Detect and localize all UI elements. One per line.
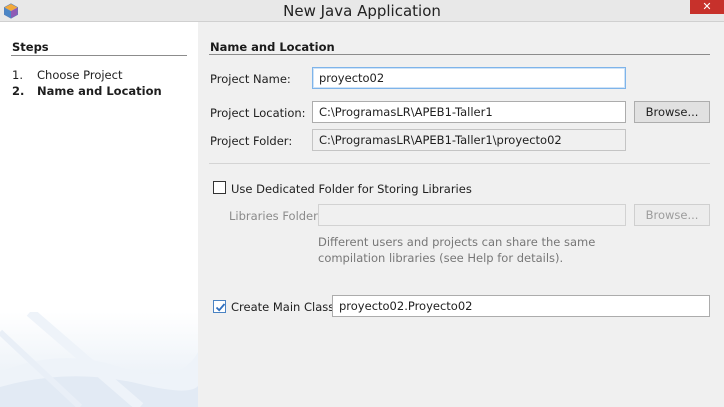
step-label: Choose Project — [37, 68, 123, 82]
main-panel: Name and Location Project Name: proyecto… — [198, 22, 724, 407]
separator — [209, 163, 710, 164]
project-folder-field: C:\ProgramasLR\APEB1-Taller1\proyecto02 — [312, 129, 626, 151]
libraries-folder-field — [318, 204, 626, 226]
close-icon[interactable]: ✕ — [702, 0, 711, 13]
step-number: 1. — [12, 68, 23, 82]
project-name-field[interactable]: proyecto02 — [312, 67, 626, 89]
main-class-field[interactable]: proyecto02.Proyecto02 — [332, 295, 710, 317]
libraries-hint-text: Different users and projects can share t… — [318, 234, 618, 266]
checkmark-icon — [215, 303, 226, 312]
create-main-class-checkbox[interactable] — [213, 300, 226, 313]
steps-panel: Steps 1. Choose Project 2. Name and Loca… — [0, 22, 198, 407]
libraries-folder-label: Libraries Folder: — [229, 209, 322, 223]
dedicated-folder-checkbox[interactable] — [213, 181, 226, 194]
steps-heading: Steps — [12, 40, 49, 54]
step-number: 2. — [12, 84, 25, 98]
project-name-label: Project Name: — [210, 72, 291, 86]
hint-line: Different users and projects can share t… — [318, 235, 596, 249]
steps-divider — [11, 55, 187, 56]
hint-line: compilation libraries (see Help for deta… — [318, 251, 564, 265]
browse-location-button[interactable]: Browse... — [634, 101, 710, 123]
wizard-decoration-image — [0, 312, 198, 407]
window-title: New Java Application — [283, 2, 441, 20]
close-button[interactable]: ✕ — [690, 0, 724, 14]
browse-libraries-button: Browse... — [634, 204, 710, 226]
section-heading: Name and Location — [210, 40, 335, 54]
create-main-class-label[interactable]: Create Main Class — [231, 300, 334, 314]
dedicated-folder-label[interactable]: Use Dedicated Folder for Storing Librari… — [231, 182, 472, 196]
title-bar: New Java Application ✕ — [0, 0, 724, 22]
project-location-field[interactable]: C:\ProgramasLR\APEB1-Taller1 — [312, 101, 626, 123]
project-location-label: Project Location: — [210, 106, 306, 120]
step-label: Name and Location — [37, 84, 162, 98]
project-folder-label: Project Folder: — [210, 134, 293, 148]
dialog-window: New Java Application ✕ Steps 1. Choose P… — [0, 0, 724, 407]
section-divider — [209, 54, 710, 55]
